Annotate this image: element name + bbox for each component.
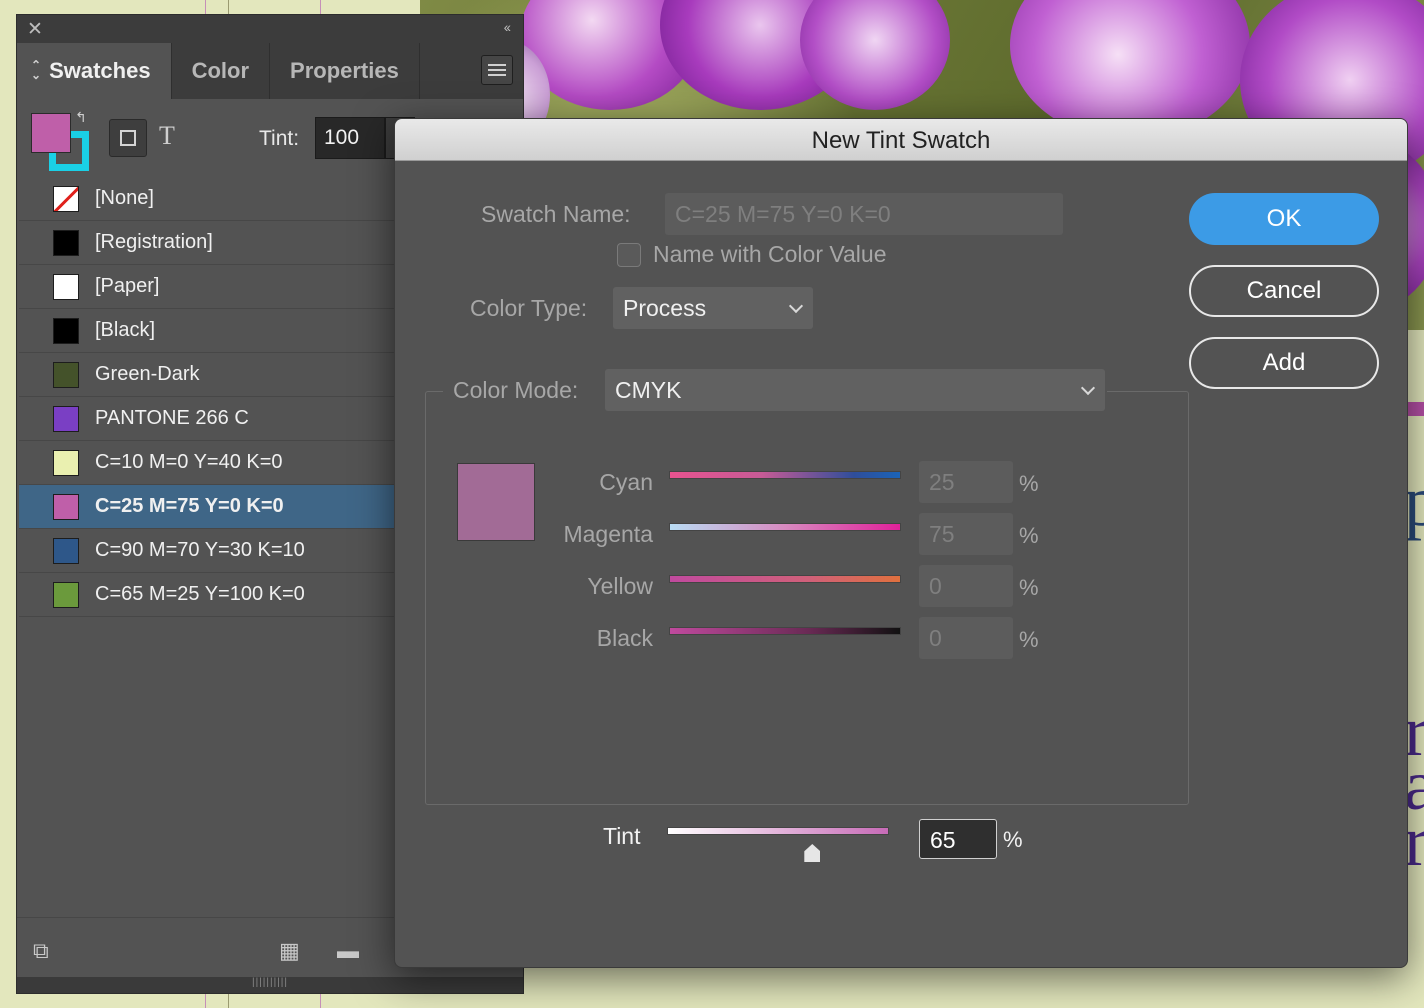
swatch-row[interactable]: PANTONE 266 C [19, 397, 395, 441]
swatch-name: C=90 M=70 Y=30 K=10 [95, 539, 305, 561]
swap-fill-stroke-icon[interactable]: ↰ [75, 109, 87, 126]
tint-slider[interactable] [667, 827, 889, 862]
swatch-color-chip [53, 581, 79, 608]
name-with-color-value-label: Name with Color Value [653, 241, 887, 267]
name-with-color-value-checkbox[interactable] [617, 243, 641, 267]
collapse-panel-icon[interactable]: ‹‹ [504, 19, 511, 35]
color-preview [457, 463, 535, 541]
cancel-button[interactable]: Cancel [1189, 265, 1379, 317]
swatch-name: C=25 M=75 Y=0 K=0 [95, 495, 284, 517]
swatch-name: C=65 M=25 Y=100 K=0 [95, 583, 305, 605]
percent-sign: % [1019, 575, 1039, 600]
channel-value-field[interactable]: 0 [919, 617, 1013, 659]
close-icon[interactable]: ✕ [27, 18, 43, 41]
channel-value-field[interactable]: 25 [919, 461, 1013, 503]
updown-chevron-icon: ⌃ ⌄ [31, 58, 42, 82]
color-mode-group [425, 391, 1189, 805]
percent-sign: % [1019, 627, 1039, 652]
channel-label: Cyan [599, 469, 653, 495]
swatch-color-chip [53, 537, 79, 564]
formatting-affects-container-button[interactable] [109, 119, 147, 157]
chevron-down-icon [788, 298, 804, 314]
swatch-name-label: Swatch Name: [481, 201, 631, 227]
panel-titlebar: ✕ ‹‹ [17, 15, 523, 43]
color-type-value: Process [623, 294, 707, 321]
swatch-name: [Black] [95, 319, 156, 341]
channel-value-field[interactable]: 0 [919, 565, 1013, 607]
swatch-color-chip [53, 405, 79, 432]
channel-slider[interactable] [669, 471, 901, 479]
resize-grip[interactable]: |||||||||| [17, 977, 523, 993]
swatch-name: [Registration] [95, 231, 213, 253]
swatch-color-chip [53, 361, 79, 388]
percent-sign: % [1019, 523, 1039, 548]
swatch-row[interactable]: Green-Dark [19, 353, 395, 397]
swatch-row[interactable]: [None] [19, 177, 395, 221]
tab-swatches[interactable]: ⌃ ⌄ Swatches [17, 43, 172, 99]
tab-properties[interactable]: Properties [270, 43, 420, 99]
color-type-label: Color Type: [470, 295, 588, 321]
channel-label: Yellow [587, 573, 653, 599]
add-button[interactable]: Add [1189, 337, 1379, 389]
fill-stroke-control[interactable]: ↰ [29, 107, 93, 171]
channel-slider[interactable] [669, 575, 901, 583]
swatch-name: Green-Dark [95, 363, 200, 385]
swatch-color-chip [53, 493, 79, 520]
swatch-color-chip [53, 449, 79, 476]
swatch-name: [None] [95, 187, 154, 209]
swatch-name: C=10 M=0 Y=40 K=0 [95, 451, 283, 473]
tint-percent-input[interactable]: 65 [919, 819, 997, 859]
swatch-row[interactable]: C=90 M=70 Y=30 K=10 [19, 529, 395, 573]
show-swatch-kinds-icon[interactable]: ⧉ [33, 938, 49, 964]
grid-view-icon[interactable]: ▦ [279, 938, 300, 964]
container-icon [120, 130, 136, 146]
new-tint-swatch-dialog: New Tint Swatch Swatch Name: C=25 M=75 Y… [394, 118, 1408, 968]
tint-label: Tint [603, 823, 641, 849]
swatch-row[interactable]: [Black] [19, 309, 395, 353]
channel-value-field[interactable]: 75 [919, 513, 1013, 555]
swatch-color-chip [53, 229, 79, 256]
panel-menu-icon[interactable] [481, 55, 513, 85]
chevron-down-icon [1080, 380, 1096, 396]
swatch-row[interactable]: [Registration] [19, 221, 395, 265]
swatch-name: [Paper] [95, 275, 160, 297]
color-type-select[interactable]: Process [613, 287, 813, 329]
tint-slider-thumb[interactable] [804, 844, 821, 862]
swatch-list: [None] [Registration] [Paper] [Black] Green-… [19, 177, 395, 617]
swatch-row[interactable]: C=25 M=75 Y=0 K=0 [19, 485, 395, 529]
panel-tabs: ⌃ ⌄ Swatches Color Properties [17, 43, 523, 99]
percent-sign: % [1019, 471, 1039, 496]
channel-label: Black [596, 625, 653, 651]
tab-label: Swatches [49, 58, 151, 83]
channel-label: Magenta [563, 521, 653, 547]
document-color-bar [1408, 402, 1424, 416]
dialog-title: New Tint Swatch [395, 119, 1407, 161]
ok-button[interactable]: OK [1189, 193, 1379, 245]
swatch-color-chip [53, 273, 79, 300]
color-mode-label: Color Mode: [453, 377, 579, 403]
swatch-color-chip [53, 317, 79, 344]
tab-label: Color [191, 58, 250, 83]
tab-label: Properties [290, 58, 399, 83]
channel-slider[interactable] [669, 523, 901, 531]
swatch-row[interactable]: C=10 M=0 Y=40 K=0 [19, 441, 395, 485]
fill-swatch[interactable] [31, 113, 71, 153]
tab-color[interactable]: Color [172, 43, 271, 99]
percent-sign: % [1003, 827, 1023, 852]
tint-input[interactable]: 100 [315, 117, 385, 159]
swatch-name-field[interactable]: C=25 M=75 Y=0 K=0 [665, 193, 1063, 235]
formatting-affects-text-button[interactable]: T [159, 121, 175, 151]
channel-slider[interactable] [669, 627, 901, 635]
swatch-color-chip [53, 185, 79, 212]
tint-label: Tint: [259, 127, 300, 150]
swatch-name: PANTONE 266 C [95, 407, 249, 429]
swatch-row[interactable]: C=65 M=25 Y=100 K=0 [19, 573, 395, 617]
color-mode-select[interactable]: CMYK [605, 369, 1105, 411]
swatch-row[interactable]: [Paper] [19, 265, 395, 309]
new-color-group-icon[interactable]: ▬ [337, 938, 359, 964]
color-mode-value: CMYK [615, 376, 682, 403]
